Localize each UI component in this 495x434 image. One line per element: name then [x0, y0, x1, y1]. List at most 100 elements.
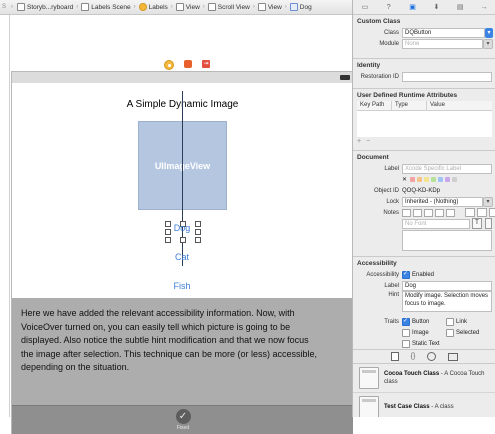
- line-spacing-icon[interactable]: [489, 208, 495, 217]
- add-attribute-button[interactable]: +: [357, 138, 361, 145]
- class-label: Class: [383, 29, 399, 36]
- breadcrumb-subview[interactable]: View: [257, 3, 283, 11]
- info-panel: Here we have added the relevant accessib…: [12, 298, 353, 405]
- file-inspector-icon[interactable]: ▭: [360, 3, 369, 12]
- font-stepper[interactable]: [485, 218, 492, 229]
- color-swatch-green[interactable]: [431, 177, 437, 182]
- accessibility-label-field[interactable]: Dog: [402, 280, 492, 291]
- breadcrumb-dog[interactable]: Dog: [289, 3, 313, 11]
- checkbox-icon: [446, 317, 454, 326]
- font-field[interactable]: No Font: [402, 218, 470, 229]
- text-color-icon[interactable]: [465, 208, 475, 217]
- dog-button[interactable]: Dog: [152, 223, 212, 233]
- highlight-color-icon[interactable]: [477, 208, 487, 217]
- selection-handle[interactable]: [180, 237, 186, 243]
- scene-icon: [81, 3, 90, 11]
- list-icon[interactable]: [446, 208, 455, 217]
- cocoa-touch-class-icon: [359, 367, 379, 389]
- attributes-inspector-icon[interactable]: ⬇: [432, 3, 441, 12]
- tab-fixed[interactable]: ✓ Fixed: [173, 409, 193, 431]
- selection-handle[interactable]: [165, 237, 171, 243]
- tab-bar: ✓ Fixed: [12, 405, 353, 434]
- lock-select[interactable]: Inherited - (Nothing): [402, 196, 483, 207]
- section-title: Document: [357, 154, 389, 161]
- enabled-checkbox[interactable]: Enabled: [402, 270, 434, 279]
- view-controller-icon: [138, 3, 147, 11]
- library-item[interactable]: Test Case Class - A class: [353, 393, 495, 417]
- scene-dock: ⇥: [164, 60, 210, 70]
- runtime-attributes-table[interactable]: [357, 111, 492, 137]
- quick-help-icon[interactable]: ?: [384, 3, 393, 12]
- breadcrumb-view[interactable]: View: [175, 3, 201, 11]
- align-justify-icon[interactable]: [435, 208, 444, 217]
- breadcrumb-storyboard[interactable]: Storyb...ryboard: [16, 3, 74, 11]
- chevron-down-icon[interactable]: ▾: [485, 27, 493, 38]
- scene-frame[interactable]: A Simple Dynamic Image UIImageView Dog C…: [11, 71, 353, 434]
- library-item[interactable]: Cocoa Touch Class - A Cocoa Touch class: [353, 364, 495, 393]
- class-field[interactable]: DQButton: [402, 27, 485, 38]
- color-swatch-orange[interactable]: [417, 177, 423, 182]
- object-id-value: QOQ-KD-KDp: [402, 187, 441, 194]
- document-label-field[interactable]: Xcode Specific Label: [402, 163, 492, 174]
- code-snippet-icon[interactable]: {}: [411, 353, 416, 360]
- exit-icon[interactable]: ⇥: [202, 60, 210, 68]
- view-controller-icon[interactable]: [164, 60, 174, 70]
- trait-button-checkbox[interactable]: Button: [402, 317, 446, 326]
- key-path-header[interactable]: Key Path: [357, 101, 392, 110]
- accessibility-section: Accessibility Accessibility Enabled Labe…: [353, 257, 495, 350]
- file-template-icon[interactable]: [390, 352, 399, 361]
- storyboard-canvas[interactable]: ⇥ A Simple Dynamic Image UIImageView Dog…: [0, 15, 353, 434]
- breadcrumb-scene[interactable]: Labels Scene: [80, 3, 131, 11]
- canvas-divider: [9, 15, 10, 417]
- color-swatch-grey[interactable]: [452, 177, 458, 182]
- status-bar: [12, 72, 353, 83]
- color-swatch-purple[interactable]: [445, 177, 451, 182]
- object-library-icon[interactable]: [427, 352, 437, 361]
- trait-static-text-checkbox[interactable]: Static Text: [402, 339, 440, 348]
- identity-inspector-icon[interactable]: ▣: [408, 3, 417, 12]
- selection-handle[interactable]: [195, 237, 201, 243]
- breadcrumb-view-controller[interactable]: Labels: [138, 3, 169, 11]
- chevron-down-icon[interactable]: ▾: [483, 38, 493, 49]
- inspector-tabs: ▭ ? ▣ ⬇ ▤ →: [353, 0, 495, 15]
- align-right-icon[interactable]: [424, 208, 433, 217]
- color-swatch-yellow[interactable]: [424, 177, 430, 182]
- chevron-left-icon[interactable]: ‹: [8, 4, 16, 10]
- breadcrumb-scroll-view[interactable]: Scroll View: [207, 3, 251, 11]
- checkbox-icon: [402, 328, 410, 337]
- color-swatch-red[interactable]: [410, 177, 416, 182]
- media-library-icon[interactable]: [448, 352, 459, 361]
- battery-icon: [340, 75, 350, 80]
- align-left-icon[interactable]: [402, 208, 411, 217]
- align-center-icon[interactable]: [413, 208, 422, 217]
- font-picker-icon[interactable]: T: [472, 218, 482, 229]
- trait-link-checkbox[interactable]: Link: [446, 317, 467, 326]
- storyboard-file-icon: [17, 3, 25, 11]
- jump-bar-overflow[interactable]: S: [0, 4, 8, 10]
- restoration-id-field[interactable]: [402, 71, 492, 82]
- hint-field[interactable]: Modify image. Selection moves focus to i…: [402, 291, 492, 312]
- first-responder-icon[interactable]: [184, 60, 192, 68]
- color-swatch-blue[interactable]: [438, 177, 444, 182]
- accessibility-label-label: Label: [384, 282, 399, 289]
- size-inspector-icon[interactable]: ▤: [456, 3, 465, 12]
- main-view[interactable]: A Simple Dynamic Image UIImageView Dog C…: [12, 83, 353, 298]
- chevron-down-icon[interactable]: ▾: [483, 196, 493, 207]
- type-header[interactable]: Type: [392, 101, 427, 110]
- remove-attribute-button[interactable]: −: [366, 138, 370, 145]
- document-label-label: Label: [384, 165, 399, 172]
- library-item-title: Test Case Class: [384, 404, 430, 410]
- fish-button[interactable]: Fish: [152, 281, 212, 291]
- test-case-class-icon: [359, 396, 379, 417]
- library-tabs: {}: [353, 350, 495, 364]
- info-text[interactable]: Here we have added the relevant accessib…: [21, 307, 321, 375]
- trait-image-checkbox[interactable]: Image: [402, 328, 446, 337]
- trait-selected-checkbox[interactable]: Selected: [446, 328, 479, 337]
- connections-inspector-icon[interactable]: →: [480, 3, 489, 12]
- clear-color-icon[interactable]: ✕: [402, 176, 407, 183]
- module-field[interactable]: None: [402, 38, 483, 49]
- runtime-attributes-table-header: Key Path Type Value: [357, 101, 492, 111]
- value-header[interactable]: Value: [427, 101, 448, 110]
- cat-button[interactable]: Cat: [152, 252, 212, 262]
- notes-textarea[interactable]: [402, 229, 492, 251]
